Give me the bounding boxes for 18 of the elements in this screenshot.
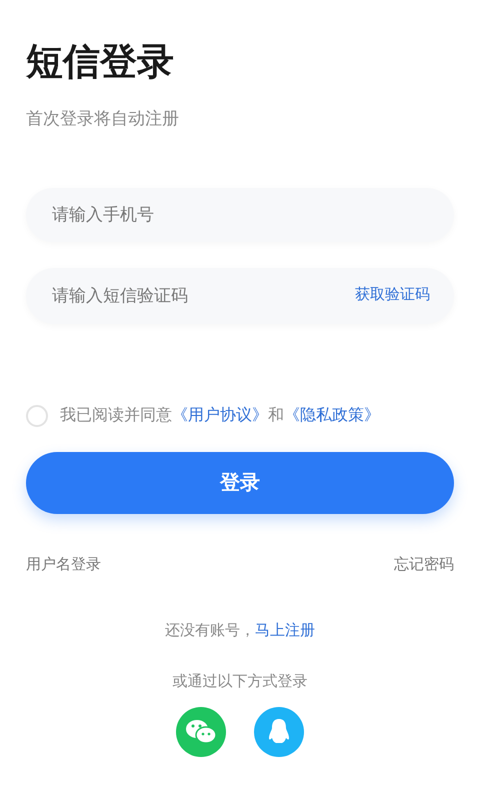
policy-link[interactable]: 《隐私政策》 bbox=[284, 406, 380, 424]
other-login-label: 或通过以下方式登录 bbox=[172, 672, 308, 692]
agreement-text: 我已阅读并同意《用户协议》和《隐私政策》 bbox=[60, 406, 380, 426]
login-button[interactable]: 登录 bbox=[26, 452, 454, 514]
page-title: 短信登录 bbox=[26, 40, 174, 84]
get-code-link[interactable]: 获取验证码 bbox=[355, 284, 430, 307]
wechat-login-button[interactable] bbox=[176, 707, 226, 757]
penguin-icon bbox=[267, 718, 291, 746]
qq-login-button[interactable] bbox=[254, 707, 304, 757]
signup-prompt: 还没有账号，马上注册 bbox=[165, 621, 315, 641]
code-input-field[interactable]: 请输入短信验证码 获取验证码 bbox=[26, 268, 454, 324]
policy-link[interactable]: 《用户协议》 bbox=[172, 406, 268, 424]
username-login-link[interactable]: 用户名登录 bbox=[26, 554, 101, 576]
subtitle: 首次登录将自动注册 bbox=[26, 108, 179, 130]
phone-input-field[interactable]: 请输入手机号 bbox=[26, 188, 454, 242]
agreement-checkbox[interactable] bbox=[26, 404, 48, 426]
signup-link[interactable]: 马上注册 bbox=[255, 622, 315, 639]
forgot-password-link[interactable]: 忘记密码 bbox=[394, 554, 454, 576]
